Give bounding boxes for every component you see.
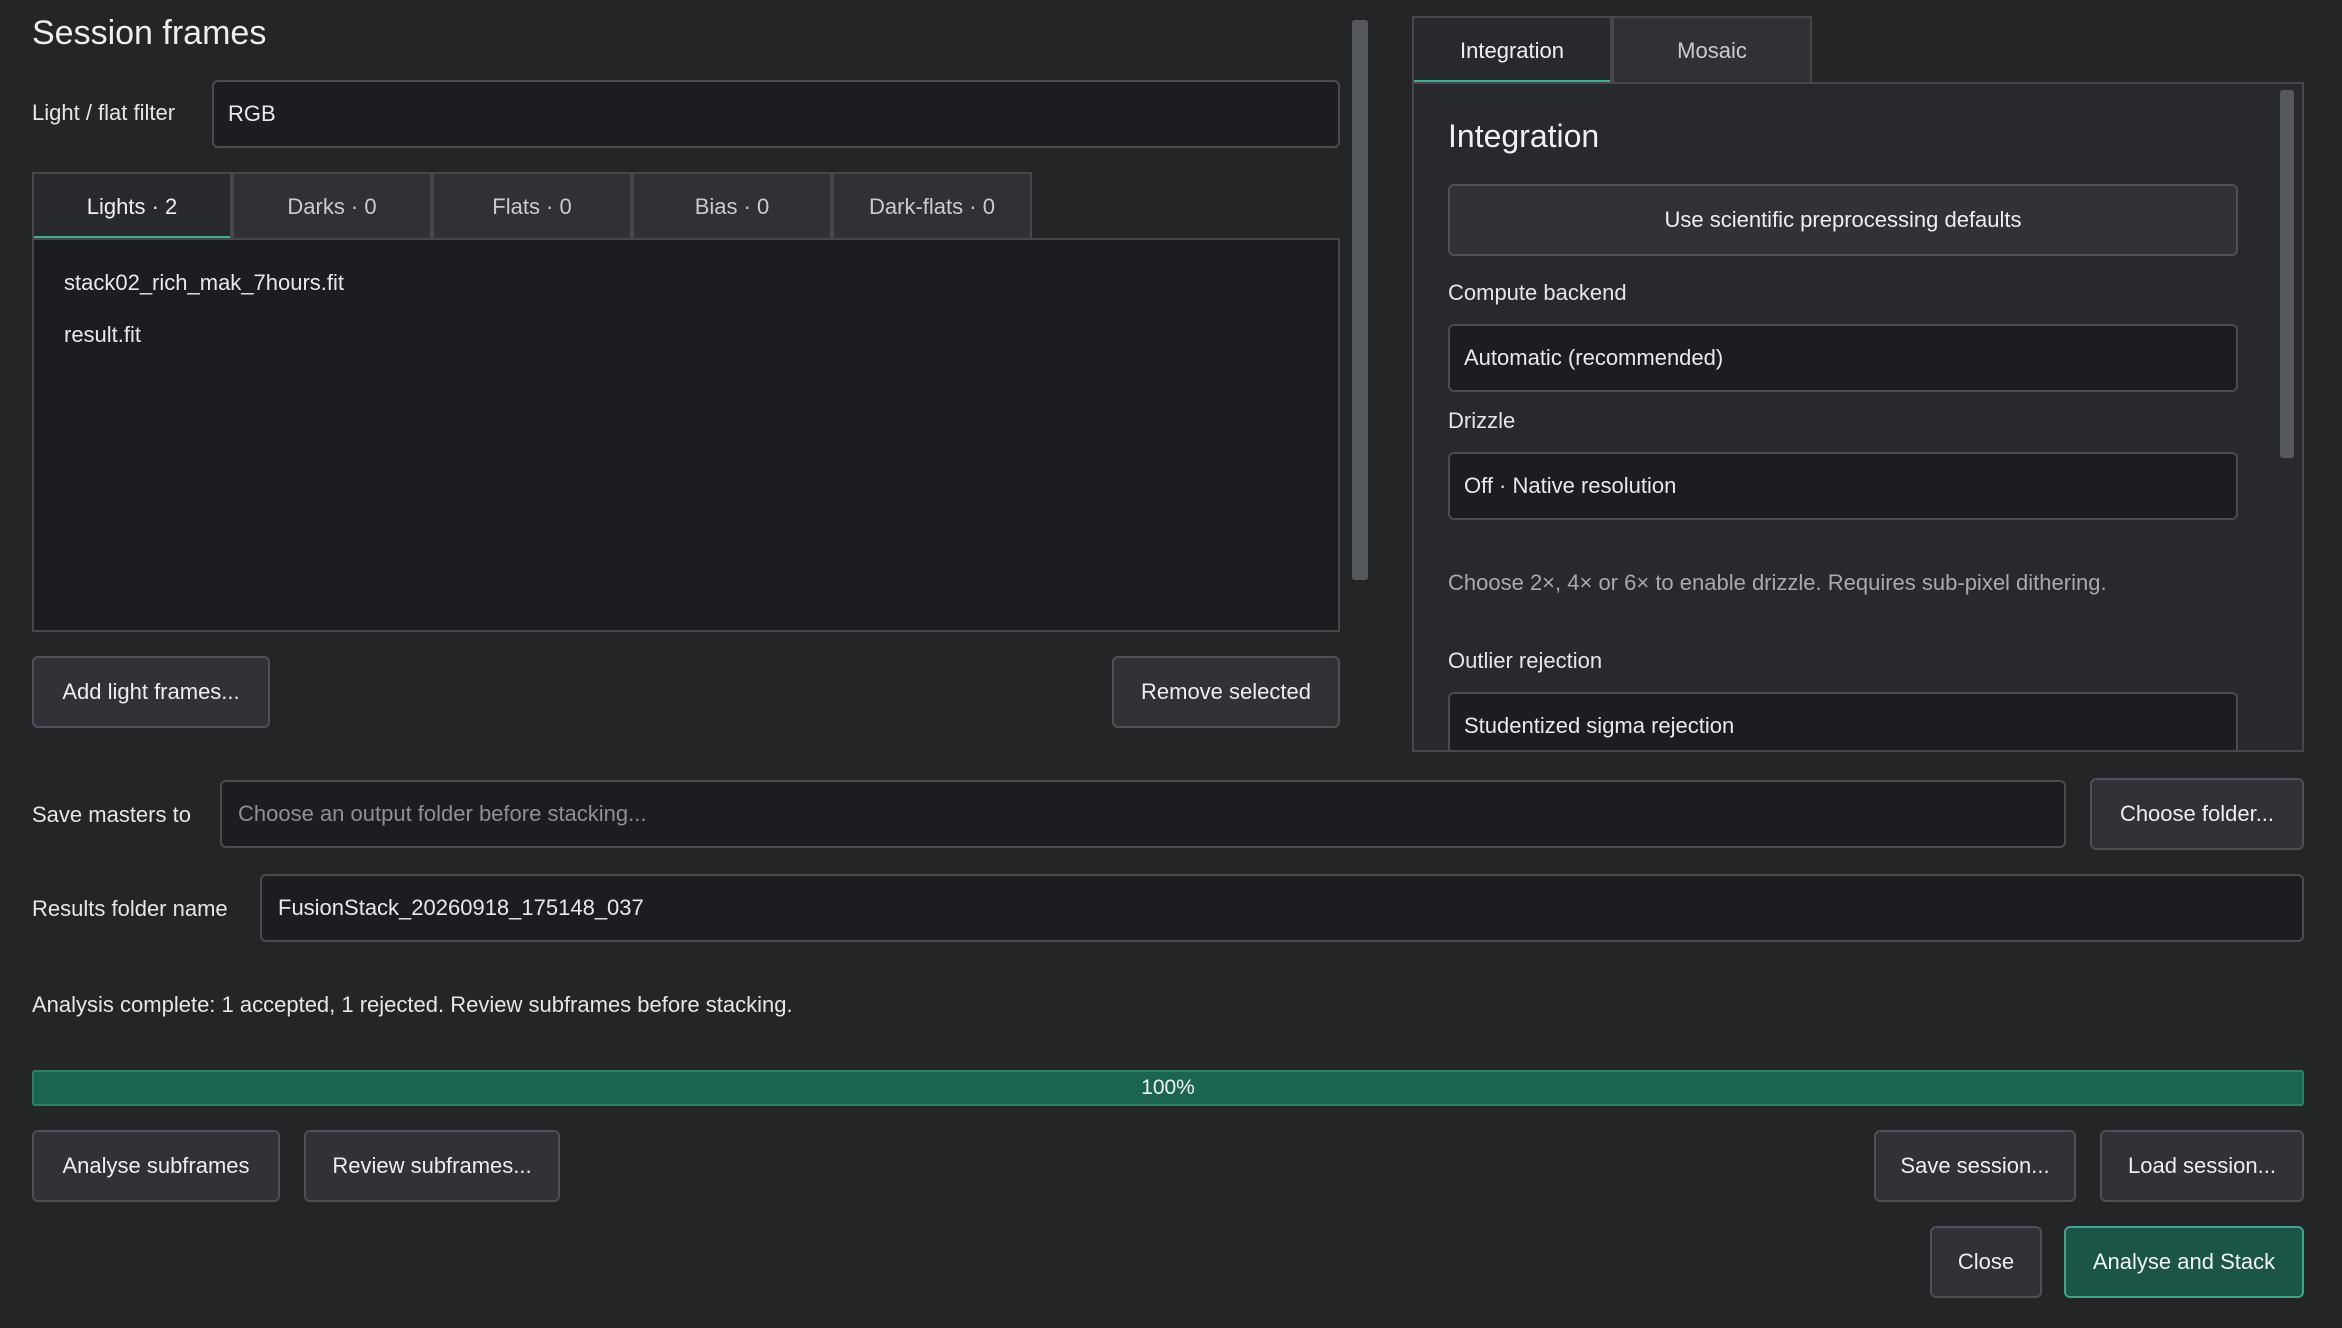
tab-bias[interactable]: Bias · 0 [632,172,832,240]
status-message: Analysis complete: 1 accepted, 1 rejecte… [32,992,793,1017]
left-scrollbar[interactable] [1352,20,1368,580]
close-button[interactable]: Close [1930,1226,2042,1298]
analyse-and-stack-button[interactable]: Analyse and Stack [2064,1226,2304,1298]
add-light-frames-button[interactable]: Add light frames... [32,656,270,728]
compute-backend-select[interactable]: Automatic (recommended) [1448,324,2238,392]
results-folder-input[interactable]: FusionStack_20260918_175148_037 [260,874,2304,942]
integration-panel: Integration Use scientific preprocessing… [1412,82,2304,752]
save-masters-label: Save masters to [32,802,191,827]
list-item[interactable]: stack02_rich_mak_7hours.fit [64,270,344,296]
use-scientific-defaults-button[interactable]: Use scientific preprocessing defaults [1448,184,2238,256]
stacking-dialog: Session frames Light / flat filter RGB L… [0,0,2342,1328]
choose-folder-button[interactable]: Choose folder... [2090,778,2304,850]
settings-tabs: Integration Mosaic [1412,16,1812,84]
outlier-rejection-label: Outlier rejection [1448,648,1603,673]
tab-lights[interactable]: Lights · 2 [32,172,232,240]
settings-scrollbar[interactable] [2280,90,2294,458]
load-session-button[interactable]: Load session... [2100,1130,2304,1202]
list-item[interactable]: result.fit [64,322,141,348]
frame-type-tabs: Lights · 2 Darks · 0 Flats · 0 Bias · 0 … [32,172,1032,240]
analyse-subframes-button[interactable]: Analyse subframes [32,1130,280,1202]
save-session-button[interactable]: Save session... [1874,1130,2076,1202]
remove-selected-button[interactable]: Remove selected [1112,656,1340,728]
compute-backend-label: Compute backend [1448,280,1627,305]
drizzle-select[interactable]: Off · Native resolution [1448,452,2238,520]
review-subframes-button[interactable]: Review subframes... [304,1130,560,1202]
outlier-rejection-select[interactable]: Studentized sigma rejection [1448,692,2238,750]
filter-input[interactable]: RGB [212,80,1340,148]
tab-flats[interactable]: Flats · 0 [432,172,632,240]
integration-heading: Integration [1448,118,1600,154]
tab-integration[interactable]: Integration [1412,16,1612,84]
save-masters-input[interactable]: Choose an output folder before stacking.… [220,780,2066,848]
filter-label: Light / flat filter [32,100,176,125]
results-folder-label: Results folder name [32,896,228,921]
progress-text: 100% [1141,1076,1195,1099]
session-frames-title: Session frames [32,14,267,52]
light-frames-list[interactable]: stack02_rich_mak_7hours.fit result.fit [32,238,1340,632]
progress-bar: 100% [32,1070,2304,1106]
tab-mosaic[interactable]: Mosaic [1612,16,1812,84]
drizzle-help-text: Choose 2×, 4× or 6× to enable drizzle. R… [1448,570,2107,595]
drizzle-label: Drizzle [1448,408,1516,433]
tab-darks[interactable]: Darks · 0 [232,172,432,240]
tab-dark-flats[interactable]: Dark-flats · 0 [832,172,1032,240]
